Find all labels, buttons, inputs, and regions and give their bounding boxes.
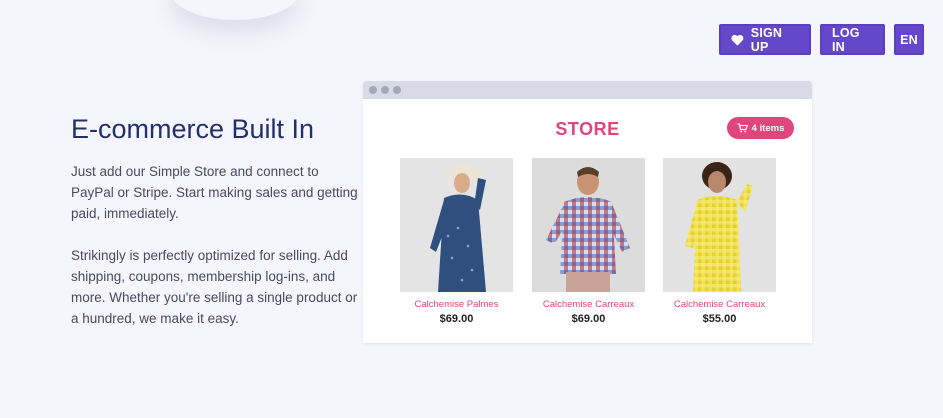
cart-count-label: 4 items (751, 122, 785, 134)
product-price: $69.00 (439, 313, 474, 325)
decorative-shape (170, 0, 300, 20)
window-dot (393, 86, 401, 94)
window-dot (381, 86, 389, 94)
store-preview-window: STORE 4 items Calchemise Palmes $69.00 C… (363, 81, 812, 343)
login-button[interactable]: LOG IN (820, 24, 885, 55)
window-dot (369, 86, 377, 94)
product-name[interactable]: Calchemise Carreaux (532, 299, 645, 310)
product-price: $69.00 (571, 313, 606, 325)
signup-label: SIGN UP (750, 25, 783, 54)
product-price: $55.00 (702, 313, 737, 325)
section-paragraph-2: Strikingly is perfectly optimized for se… (71, 248, 358, 326)
product-image (663, 158, 776, 292)
product-name[interactable]: Calchemise Carreaux (663, 299, 776, 310)
product-card[interactable]: Calchemise Carreaux $69.00 (532, 158, 645, 325)
heart-icon (731, 34, 744, 46)
top-nav: SIGN UP LOG IN EN (719, 24, 924, 55)
language-label: EN (900, 32, 918, 47)
product-name[interactable]: Calchemise Palmes (400, 299, 513, 310)
signup-button[interactable]: SIGN UP (719, 24, 811, 55)
login-label: LOG IN (832, 25, 860, 54)
product-image (400, 158, 513, 292)
product-card[interactable]: Calchemise Palmes $69.00 (400, 158, 513, 325)
cart-icon (737, 123, 748, 133)
language-button[interactable]: EN (894, 24, 924, 55)
section-heading: E-commerce Built In (71, 114, 315, 144)
browser-title-bar (363, 81, 812, 99)
product-image (532, 158, 645, 292)
section-paragraph-1: Just add our Simple Store and connect to… (71, 164, 358, 221)
cart-button[interactable]: 4 items (727, 117, 794, 139)
product-card[interactable]: Calchemise Carreaux $55.00 (663, 158, 776, 325)
